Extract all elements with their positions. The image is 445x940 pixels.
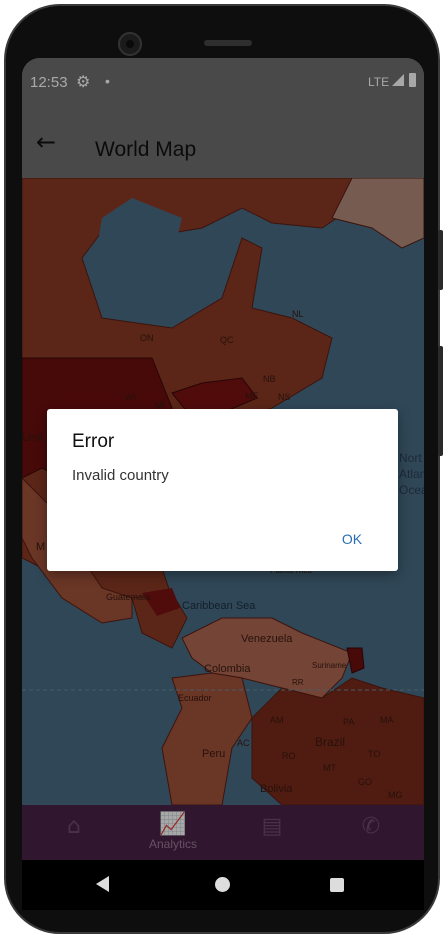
dialog-title: Error	[72, 431, 115, 452]
home-circle-icon[interactable]	[215, 877, 230, 892]
system-navigation-bar	[22, 860, 424, 910]
front-camera	[118, 32, 142, 56]
earpiece-speaker	[204, 40, 252, 46]
dialog-message: Invalid country	[72, 467, 169, 484]
back-icon[interactable]	[96, 876, 109, 892]
volume-button	[438, 230, 443, 290]
recents-icon[interactable]	[330, 878, 344, 892]
error-dialog: Error Invalid country OK	[47, 409, 398, 571]
ok-button[interactable]: OK	[332, 523, 372, 555]
app-screen: 12:53 ⚙ • LTE ← World Map Unit ON QC NL …	[22, 58, 424, 860]
power-button	[438, 346, 443, 456]
